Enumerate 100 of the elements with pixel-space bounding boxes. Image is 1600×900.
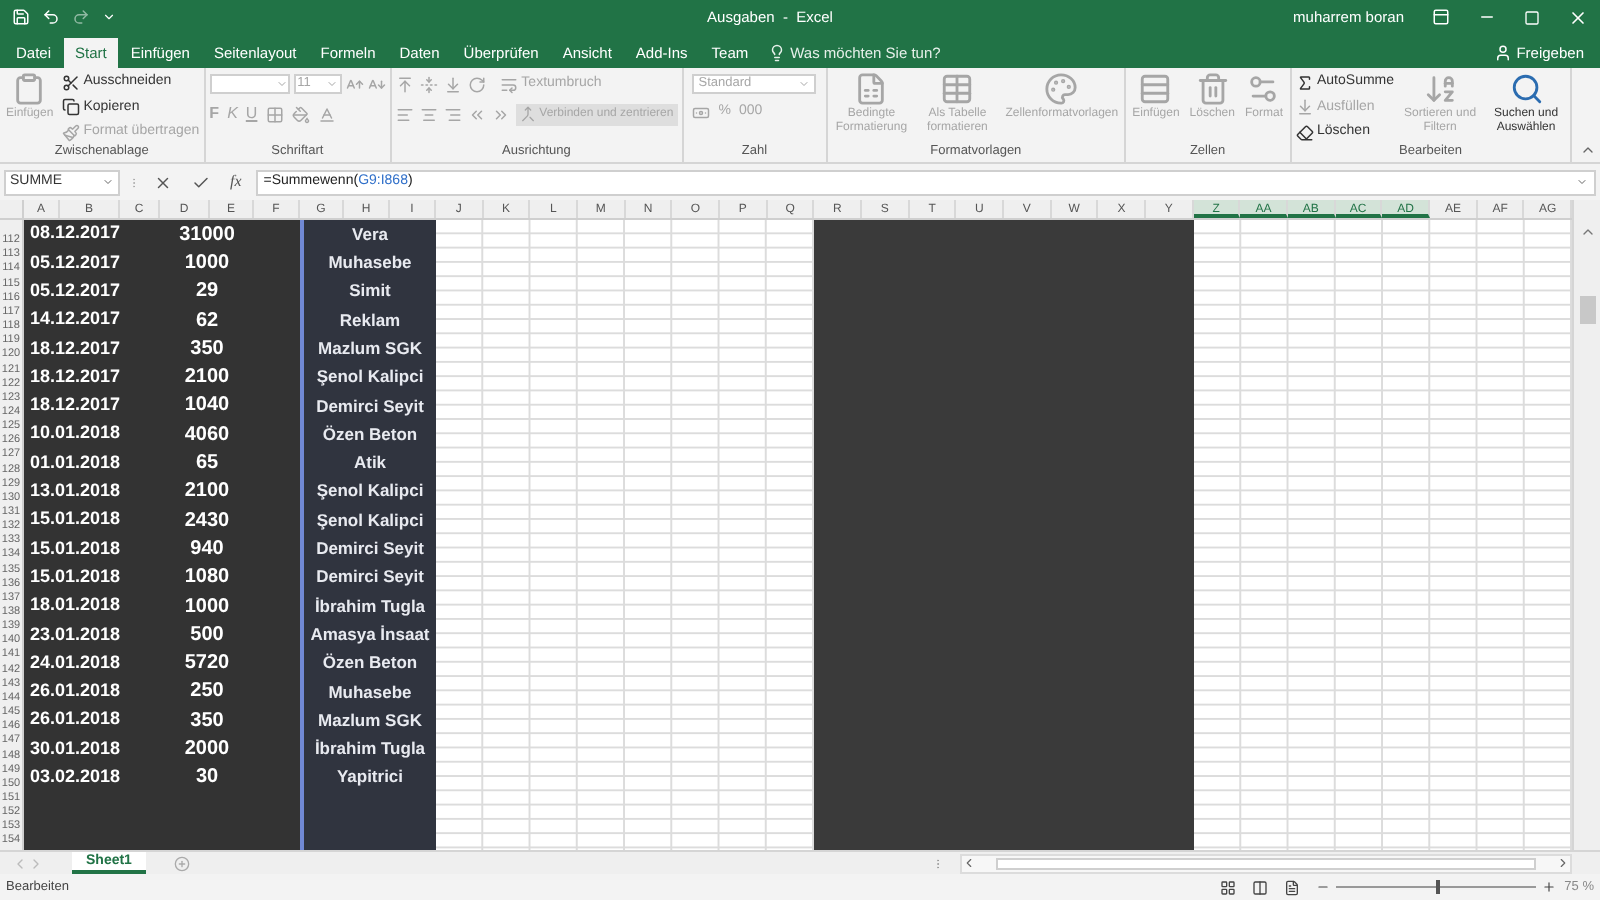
search-icon bbox=[1509, 72, 1544, 106]
horizontal-scrollbar[interactable] bbox=[960, 853, 1572, 873]
amount-cell-text: 350 bbox=[188, 707, 226, 736]
zoom-out-icon[interactable] bbox=[1316, 880, 1331, 894]
amount-cell-text: 5720 bbox=[182, 650, 232, 679]
eraser-icon bbox=[1295, 123, 1313, 142]
caret-icon bbox=[798, 78, 811, 90]
name-cell: Özen Beton bbox=[322, 650, 418, 676]
scroll-up-icon[interactable] bbox=[1579, 224, 1595, 240]
zoom-thumb[interactable] bbox=[1436, 880, 1441, 894]
rows-icon bbox=[1138, 72, 1173, 106]
name-cell: Demirci Seyit bbox=[316, 564, 424, 591]
date-cell-text: 30.01.2018 bbox=[28, 735, 123, 762]
name-cell: Demirci Seyit bbox=[316, 393, 424, 419]
date-cell-text: 01.01.2018 bbox=[28, 449, 123, 476]
date-cell-text: 26.01.2018 bbox=[28, 678, 123, 705]
merge-icon bbox=[519, 106, 536, 122]
date-cell-text: 15.01.2018 bbox=[28, 506, 123, 533]
vertical-scrollbar[interactable] bbox=[1572, 200, 1600, 850]
amount-cell-text: 2100 bbox=[182, 478, 232, 507]
maximize-icon[interactable] bbox=[1524, 9, 1540, 25]
amount-cell-text: 2000 bbox=[182, 736, 232, 764]
insert-function-button[interactable]: fx bbox=[230, 170, 242, 194]
wrap-text-icon bbox=[499, 75, 518, 94]
page-layout-view-icon[interactable] bbox=[1252, 879, 1269, 895]
cancel-icon[interactable] bbox=[154, 173, 172, 191]
caret-icon[interactable] bbox=[102, 176, 114, 188]
amount-cell-text: 2430 bbox=[182, 507, 232, 536]
save-icon[interactable] bbox=[12, 8, 30, 26]
amount-cell-text: 1000 bbox=[182, 249, 232, 278]
customize-icon[interactable] bbox=[102, 10, 116, 24]
scroll-thumb[interactable] bbox=[996, 857, 1536, 869]
amount-cell-text: 29 bbox=[193, 278, 221, 307]
copy-icon bbox=[61, 98, 80, 117]
date-cell-text: 14.12.2017 bbox=[28, 306, 123, 333]
amount-cell-text: 62 bbox=[193, 307, 221, 336]
date-cell-text: 23.01.2018 bbox=[28, 621, 123, 648]
amount-cell-text: 350 bbox=[188, 335, 226, 364]
date-cell-text: 15.01.2018 bbox=[28, 535, 123, 562]
name-cell: İbrahim Tugla bbox=[314, 593, 426, 619]
amount-cell-text: 2100 bbox=[182, 364, 232, 393]
name-cell: Mazlum SGK bbox=[318, 335, 422, 362]
normal-view-icon[interactable] bbox=[1220, 879, 1237, 895]
sliders-icon bbox=[1246, 72, 1281, 106]
name-cell: Şenol Kalipci bbox=[316, 507, 424, 533]
amount-cell-text: 500 bbox=[188, 621, 226, 650]
date-cell-text: 05.12.2017 bbox=[28, 277, 123, 304]
scissors-icon bbox=[61, 73, 80, 92]
collapse-ribbon-icon[interactable] bbox=[1580, 142, 1596, 158]
paintbrush-icon bbox=[61, 123, 80, 142]
caret-icon bbox=[325, 78, 338, 90]
close-icon[interactable] bbox=[1568, 7, 1588, 27]
enter-icon[interactable] bbox=[192, 173, 210, 191]
amount-cell-text: 250 bbox=[188, 678, 226, 707]
scroll-left-icon[interactable] bbox=[962, 856, 976, 870]
date-cell-text: 03.02.2018 bbox=[28, 764, 123, 791]
name-cell: Şenol Kalipci bbox=[316, 478, 424, 505]
name-cell: Mazlum SGK bbox=[318, 707, 422, 734]
caret-icon bbox=[275, 78, 288, 90]
date-cell-text: 10.01.2018 bbox=[28, 420, 123, 447]
palette-icon bbox=[1044, 72, 1079, 106]
expand-icon[interactable] bbox=[1576, 176, 1588, 188]
amount-cell-text: 940 bbox=[188, 535, 226, 564]
fill-down-icon bbox=[1295, 98, 1313, 117]
clipboard-icon bbox=[12, 72, 47, 106]
scroll-right-icon[interactable] bbox=[1556, 856, 1570, 870]
name-cell: Simit bbox=[349, 278, 391, 305]
trash-icon bbox=[1195, 72, 1230, 106]
table-icon bbox=[940, 72, 975, 106]
zoom-in-icon[interactable] bbox=[1542, 880, 1557, 894]
amount-cell-text: 31000 bbox=[177, 221, 237, 250]
date-cell-text: 05.12.2017 bbox=[28, 249, 123, 276]
undo-icon[interactable] bbox=[42, 8, 60, 26]
date-cell-text: 18.12.2017 bbox=[28, 392, 123, 419]
previous-sheet-icon[interactable] bbox=[12, 855, 28, 871]
scroll-thumb[interactable] bbox=[1579, 296, 1595, 324]
name-cell: İbrahim Tugla bbox=[314, 736, 426, 762]
name-cell: Vera bbox=[352, 221, 388, 248]
lightbulb-icon bbox=[768, 44, 787, 62]
amount-cell-text: 65 bbox=[193, 450, 221, 479]
page-break-view-icon[interactable] bbox=[1284, 879, 1301, 895]
add-sheet-icon[interactable] bbox=[173, 855, 190, 871]
date-cell-text: 18.12.2017 bbox=[28, 363, 123, 390]
amount-cell-text: 4060 bbox=[182, 421, 232, 450]
date-cell-text: 18.01.2018 bbox=[28, 592, 123, 619]
date-cell-text: 26.01.2018 bbox=[28, 706, 123, 733]
amount-cell-text: 30 bbox=[193, 764, 221, 793]
name-cell: Reklam bbox=[339, 307, 401, 333]
date-cell-text: 13.01.2018 bbox=[28, 478, 123, 505]
person-icon bbox=[1494, 44, 1513, 62]
name-cell: Yapitrici bbox=[336, 764, 404, 791]
name-cell: Muhasebe bbox=[328, 250, 412, 276]
name-cell: Muhasebe bbox=[328, 679, 412, 705]
ribbon-display-icon[interactable] bbox=[1432, 8, 1450, 26]
name-cell: Demirci Seyit bbox=[316, 536, 424, 562]
amount-cell-text: 1080 bbox=[182, 564, 232, 593]
name-cell: Özen Beton bbox=[322, 421, 418, 448]
zoom-slider[interactable] bbox=[1336, 880, 1537, 894]
next-sheet-icon[interactable] bbox=[28, 855, 44, 871]
date-cell-text: 08.12.2017 bbox=[28, 220, 123, 247]
